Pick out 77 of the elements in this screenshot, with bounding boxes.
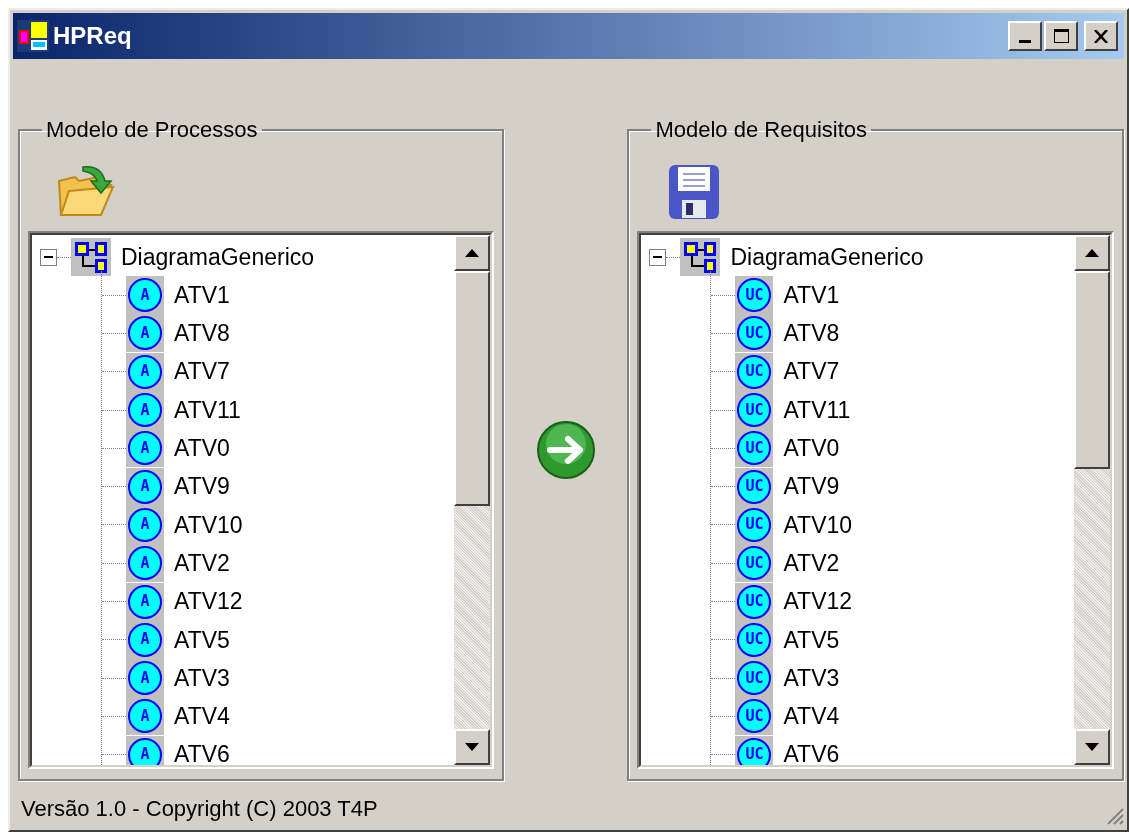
- transfer-button[interactable]: [534, 419, 597, 481]
- tree-node[interactable]: ATV0: [174, 431, 230, 466]
- activity-icon: A: [126, 544, 164, 583]
- tree-node[interactable]: ATV6: [174, 737, 230, 765]
- activity-icon: UC: [735, 697, 774, 736]
- activity-icon: UC: [735, 467, 774, 506]
- tree-node[interactable]: ATV8: [783, 316, 840, 351]
- minimize-button[interactable]: [1008, 21, 1042, 51]
- tree-node[interactable]: ATV11: [174, 392, 241, 428]
- close-button[interactable]: [1084, 21, 1118, 51]
- activity-icon: A: [126, 314, 164, 353]
- scrollbar[interactable]: [1074, 235, 1110, 765]
- activity-icon: UC: [735, 314, 774, 353]
- tree-node[interactable]: ATV2: [174, 545, 230, 581]
- tree-node[interactable]: ATV7: [174, 354, 230, 389]
- close-icon: [1094, 29, 1108, 43]
- tree-node[interactable]: ATV1: [783, 277, 840, 313]
- tree-node[interactable]: ATV5: [783, 622, 840, 658]
- scroll-down-icon: [463, 742, 480, 752]
- activity-icon: A: [126, 352, 164, 391]
- tree-node[interactable]: ATV2: [783, 545, 840, 581]
- tree-node[interactable]: ATV8: [174, 316, 230, 351]
- scroll-up-icon: [463, 248, 480, 258]
- tree-node[interactable]: ATV4: [174, 699, 230, 734]
- group-title: Modelo de Requisitos: [654, 119, 869, 141]
- tree-node[interactable]: ATV6: [783, 737, 840, 765]
- activity-icon: UC: [735, 582, 774, 621]
- collapse-toggle[interactable]: [649, 248, 667, 266]
- diagram-icon: [680, 238, 721, 276]
- tree-node[interactable]: ATV10: [174, 507, 243, 543]
- activity-icon: A: [126, 735, 164, 765]
- tree-node[interactable]: ATV7: [783, 354, 840, 389]
- activity-icon: UC: [735, 620, 774, 659]
- tree-node[interactable]: ATV9: [783, 469, 840, 504]
- minimize-icon: [1019, 39, 1031, 43]
- tree-node[interactable]: DiagramaGenerico: [730, 239, 924, 275]
- activity-icon: UC: [735, 505, 774, 544]
- activity-icon: A: [126, 276, 164, 315]
- tree-node[interactable]: ATV10: [783, 507, 853, 543]
- collapse-toggle[interactable]: [40, 248, 57, 266]
- tree-node[interactable]: DiagramaGenerico: [121, 239, 315, 275]
- tree-node[interactable]: ATV4: [783, 699, 840, 734]
- scroll-up-icon: [1084, 248, 1100, 258]
- tree-node[interactable]: ATV0: [783, 431, 840, 466]
- scroll-down-icon: [1084, 742, 1100, 752]
- app-icon: [17, 20, 49, 52]
- activity-icon: A: [126, 620, 164, 659]
- status-text: Versão 1.0 - Copyright (C) 2003 T4P: [21, 795, 378, 823]
- activity-icon: UC: [735, 544, 774, 583]
- tree-node[interactable]: ATV12: [783, 584, 853, 619]
- tree-node[interactable]: ATV5: [174, 622, 230, 658]
- activity-icon: UC: [735, 429, 774, 468]
- window-title: HPReq: [53, 21, 132, 51]
- activity-icon: UC: [735, 659, 774, 698]
- tree-node[interactable]: ATV9: [174, 469, 230, 504]
- arrow-right-icon: [535, 420, 596, 480]
- tree-node[interactable]: ATV12: [174, 584, 243, 619]
- tree-node[interactable]: ATV1: [174, 277, 230, 313]
- diagram-icon: [71, 238, 111, 276]
- activity-icon: UC: [735, 735, 774, 765]
- activity-icon: A: [126, 391, 164, 430]
- activity-icon: UC: [735, 276, 774, 315]
- group-title: Modelo de Processos: [45, 119, 259, 141]
- activity-icon: UC: [735, 352, 774, 391]
- activity-icon: A: [126, 467, 164, 506]
- activity-icon: A: [126, 582, 164, 621]
- activity-icon: A: [126, 697, 164, 736]
- tree-node[interactable]: ATV3: [174, 660, 230, 696]
- maximize-button[interactable]: [1044, 21, 1078, 51]
- maximize-icon: [1053, 29, 1069, 43]
- activity-icon: UC: [735, 391, 774, 430]
- scrollbar[interactable]: [453, 235, 490, 765]
- activity-icon: A: [126, 659, 164, 698]
- tree-node[interactable]: ATV3: [783, 660, 840, 696]
- activity-icon: A: [126, 429, 164, 468]
- activity-icon: A: [126, 505, 164, 544]
- tree-node[interactable]: ATV11: [783, 392, 851, 428]
